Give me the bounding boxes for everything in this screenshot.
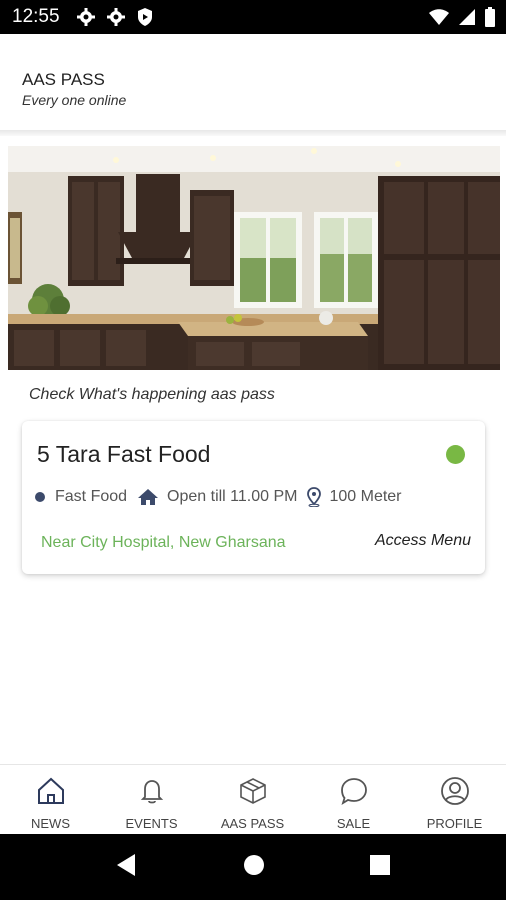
nav-news[interactable]: NEWS [0,765,101,835]
box-icon [202,775,303,809]
home-button-icon[interactable] [242,852,266,883]
nav-aas-pass-label: AAS PASS [220,816,285,831]
battery-icon [484,7,496,32]
home-icon [137,488,159,506]
place-category: Fast Food [55,488,128,505]
place-card[interactable]: 5 Tara Fast Food Fast Food Open till 11.… [22,421,485,574]
app-header: AAS PASS Every one online [0,34,506,130]
signal-icon [458,8,476,31]
location-pin-icon [307,487,322,507]
user-circle-icon [404,775,505,809]
nav-profile[interactable]: PROFILE [404,765,505,835]
shield-icon [136,7,154,32]
place-meta: Fast Food Open till 11.00 PM 100 Meter [35,487,412,507]
recents-icon[interactable] [369,852,391,883]
status-bar: 12:55 [0,0,506,34]
wifi-icon [428,8,450,31]
place-name: 5 Tara Fast Food [37,441,211,467]
status-time: 12:55 [12,6,60,27]
feed-caption: Check What's happening aas pass [29,386,275,403]
header-divider [0,130,506,136]
access-menu-link[interactable]: Access Menu [375,532,471,550]
nav-news-label: NEWS [31,816,70,831]
gear-icon [76,7,96,32]
nav-sale-label: SALE [336,816,371,831]
place-address: Near City Hospital, New Gharsana [41,534,286,551]
bell-icon [101,775,202,809]
nav-events[interactable]: EVENTS [101,765,202,835]
gear-icon [106,7,126,32]
nav-aas-pass[interactable]: AAS PASS [202,765,303,835]
system-navigation-bar [0,834,506,900]
app-subtitle: Every one online [22,92,127,108]
category-dot-icon [35,492,45,502]
back-icon[interactable] [114,852,138,883]
nav-events-label: EVENTS [125,816,178,831]
open-status-indicator [446,445,465,464]
bottom-navigation: NEWS EVENTS AAS PASS SALE PROFILE [0,764,506,835]
nav-profile-label: PROFILE [426,816,483,831]
place-hours: Open till 11.00 PM [167,488,298,505]
app-title: AAS PASS [22,70,105,89]
chat-bubble-icon [303,775,404,809]
place-distance: 100 Meter [329,488,402,505]
kitchen-photo [8,146,500,370]
nav-sale[interactable]: SALE [303,765,404,835]
hero-image[interactable] [8,146,500,370]
home-icon [0,775,101,809]
